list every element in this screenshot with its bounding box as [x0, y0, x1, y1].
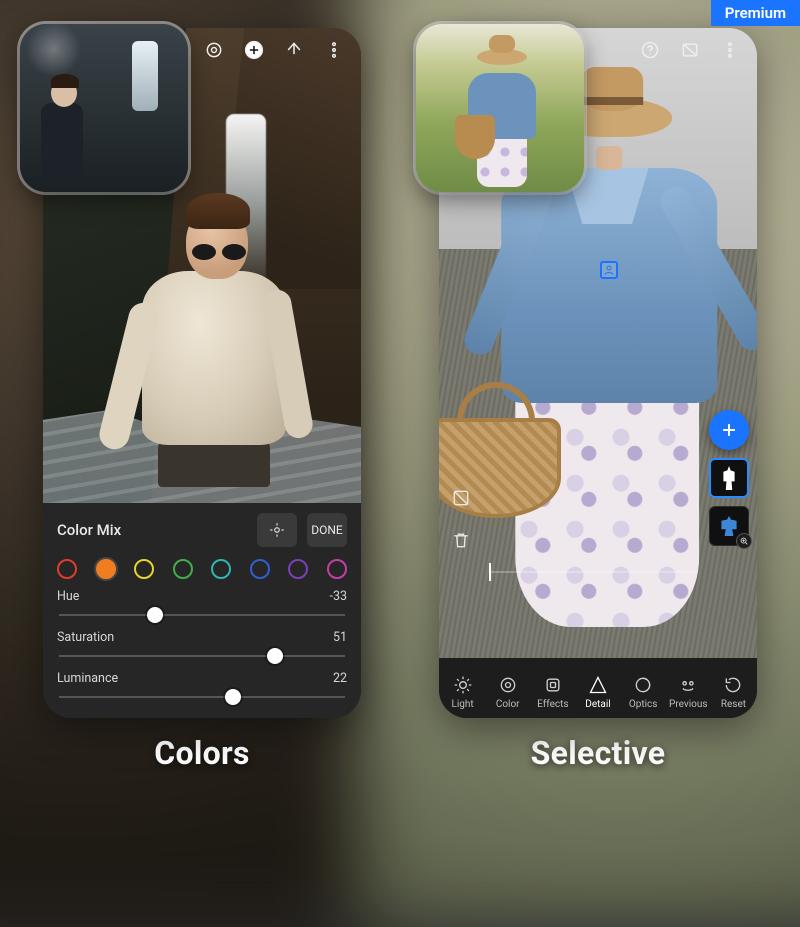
delete-mask-icon[interactable] [447, 526, 475, 554]
mask-thumb-b[interactable] [709, 506, 749, 546]
saturation-label: Saturation [57, 630, 114, 645]
saturation-slider[interactable]: Saturation 51 [57, 630, 347, 663]
tool-optics[interactable]: Optics [622, 675, 665, 710]
tool-light[interactable]: Light [441, 675, 484, 710]
hue-value: -33 [329, 589, 347, 604]
mask-zoom-button[interactable] [736, 533, 752, 549]
compare-icon[interactable] [677, 37, 703, 63]
caption-selective: Selective [531, 734, 666, 772]
selective-toolbar: Light Color Effects Detail Optics [439, 658, 757, 718]
left-panel: Color Mix DONE [24, 28, 380, 795]
swatch-magenta[interactable] [327, 559, 347, 579]
panel-title: Color Mix [57, 521, 247, 539]
color-mix-panel: Color Mix DONE [43, 503, 361, 718]
tool-reset[interactable]: Reset [712, 675, 755, 710]
tool-previous[interactable]: Previous [667, 675, 710, 710]
help-icon[interactable] [637, 37, 663, 63]
swatch-yellow[interactable] [134, 559, 154, 579]
more-icon[interactable] [717, 37, 743, 63]
swatch-green[interactable] [173, 559, 193, 579]
hue-label: Hue [57, 589, 79, 604]
mask-tool-column [707, 410, 751, 546]
swatch-red[interactable] [57, 559, 77, 579]
subject-person [106, 175, 306, 475]
swatch-purple[interactable] [288, 559, 308, 579]
invert-mask-icon[interactable] [447, 484, 475, 512]
mask-left-tools [447, 484, 475, 554]
left-before-thumbnail [20, 24, 188, 192]
right-panel: Light Color Effects Detail Optics [420, 28, 776, 795]
mask-thumb-a[interactable] [709, 458, 749, 498]
luminance-value: 22 [333, 671, 347, 686]
caption-colors: Colors [154, 734, 250, 772]
person-selection-marker[interactable] [600, 261, 618, 279]
view-original-icon[interactable] [201, 37, 227, 63]
hue-slider[interactable]: Hue -33 [57, 589, 347, 622]
swatch-orange[interactable] [96, 559, 116, 579]
share-icon[interactable] [281, 37, 307, 63]
tool-detail[interactable]: Detail [576, 675, 619, 710]
swatch-blue[interactable] [250, 559, 270, 579]
luminance-label: Luminance [57, 671, 118, 686]
saturation-value: 51 [333, 630, 347, 645]
luminance-slider[interactable]: Luminance 22 [57, 671, 347, 704]
target-adjust-button[interactable] [257, 513, 297, 547]
tool-effects[interactable]: Effects [531, 675, 574, 710]
add-icon[interactable] [241, 37, 267, 63]
tool-color[interactable]: Color [486, 675, 529, 710]
premium-badge: Premium [711, 0, 800, 26]
done-button[interactable]: DONE [307, 513, 347, 547]
more-icon[interactable] [321, 37, 347, 63]
timeline-scrubber[interactable] [489, 560, 697, 584]
swatch-aqua[interactable] [211, 559, 231, 579]
right-before-thumbnail [416, 24, 584, 192]
color-swatch-row [57, 555, 347, 581]
add-mask-button[interactable] [709, 410, 749, 450]
